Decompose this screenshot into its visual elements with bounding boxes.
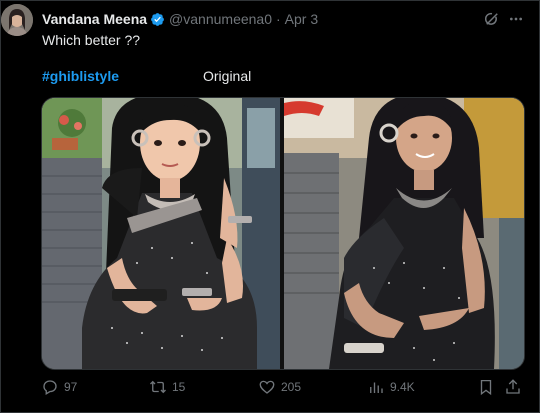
repost-icon — [150, 380, 166, 394]
repost-count: 15 — [172, 380, 186, 394]
tweet-header: Vandana Meena @vannumeena0 · Apr 3 — [42, 10, 318, 28]
views-chart-icon — [370, 382, 383, 393]
original-label: Original — [203, 68, 252, 84]
views-button[interactable]: 9.4K — [367, 378, 415, 396]
share-button[interactable] — [504, 378, 527, 396]
share-icon — [506, 379, 520, 394]
original-photo[interactable] — [284, 98, 524, 369]
grok-icon[interactable] — [483, 10, 501, 28]
tweet-text: Which better ?? — [42, 32, 141, 48]
more-icon[interactable] — [507, 11, 525, 27]
media-grid[interactable] — [41, 97, 525, 370]
view-count: 9.4K — [390, 380, 415, 394]
bookmark-icon — [480, 379, 492, 396]
author-handle[interactable]: @vannumeena0 — [169, 11, 272, 27]
repost-button[interactable]: 15 — [149, 378, 185, 396]
separator-dot: · — [276, 11, 281, 27]
heart-icon — [259, 380, 275, 394]
action-bar: 97 15 205 9.4K — [41, 378, 523, 400]
like-count: 205 — [281, 380, 302, 394]
bookmark-button[interactable] — [477, 378, 500, 396]
reply-icon — [43, 380, 57, 395]
hashtag-link[interactable]: #ghiblistyle — [42, 68, 119, 84]
avatar[interactable] — [1, 4, 33, 36]
verified-badge-icon — [151, 12, 164, 26]
like-button[interactable]: 205 — [258, 378, 301, 396]
reply-button[interactable]: 97 — [41, 378, 77, 396]
author-name[interactable]: Vandana Meena — [42, 11, 147, 27]
reply-count: 97 — [64, 380, 78, 394]
post-date[interactable]: Apr 3 — [285, 11, 318, 27]
ghibli-style-image[interactable] — [42, 98, 280, 369]
